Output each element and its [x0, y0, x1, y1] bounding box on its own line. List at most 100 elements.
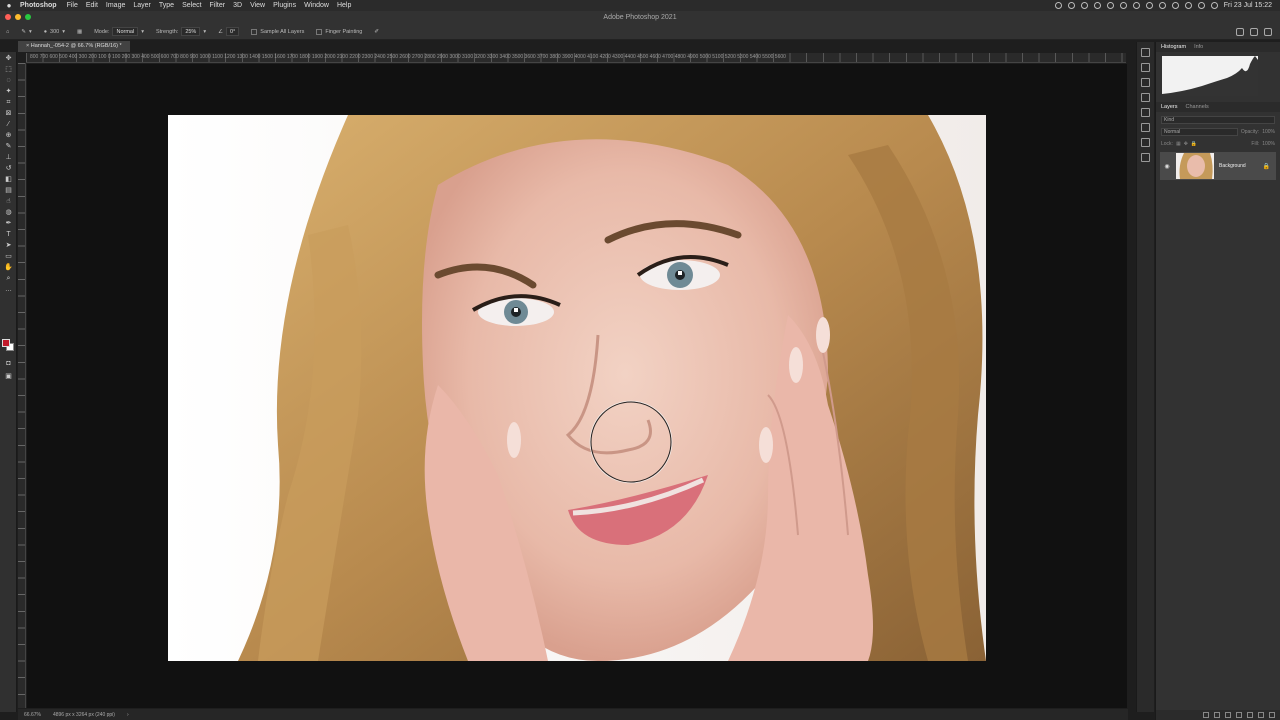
document-image[interactable] [168, 115, 986, 661]
properties-panel-icon[interactable] [1141, 93, 1150, 102]
apple-icon[interactable]: ● [0, 1, 18, 10]
close-window-icon[interactable] [5, 14, 11, 20]
zoom-tool-icon[interactable]: ⌕ [3, 274, 14, 283]
menu-3d[interactable]: 3D [233, 2, 250, 9]
dodge-tool-icon[interactable]: ◍ [3, 208, 14, 217]
lock-position-icon[interactable]: ✥ [1184, 141, 1188, 147]
shape-tool-icon[interactable]: ▭ [3, 252, 14, 261]
layer-row-background[interactable]: ◉ Background 🔒 [1160, 152, 1276, 180]
menu-file[interactable]: File [67, 2, 86, 9]
menu-app[interactable]: Photoshop [18, 2, 67, 9]
volume-icon[interactable] [1145, 2, 1153, 9]
actions-panel-icon[interactable] [1141, 63, 1150, 72]
bluetooth-icon[interactable] [1132, 2, 1140, 9]
fill-value[interactable]: 100% [1262, 141, 1275, 147]
blend-mode-select[interactable]: Normal [1161, 127, 1238, 136]
menu-type[interactable]: Type [159, 2, 182, 9]
check-icon[interactable] [1093, 2, 1101, 9]
brush-panel-icon[interactable] [1141, 108, 1150, 117]
menu-clock[interactable]: Fri 23 Jul 15:22 [1224, 2, 1272, 9]
tab-histogram[interactable]: Histogram [1161, 44, 1186, 50]
chevron-right-icon[interactable]: › [127, 712, 129, 718]
home-button[interactable]: ⌂ [0, 29, 15, 35]
zoom-window-icon[interactable] [25, 14, 31, 20]
horizontal-ruler[interactable]: 800 700 600 500 400 300 200 100 0 100 20… [26, 53, 1126, 63]
mode-select[interactable]: Normal [112, 27, 139, 36]
screen-mode-icon[interactable]: ▣ [3, 372, 14, 381]
workspace-icon[interactable] [1264, 27, 1272, 36]
clone-stamp-tool-icon[interactable]: ⊥ [3, 153, 14, 162]
vertical-ruler[interactable] [18, 63, 26, 708]
menu-help[interactable]: Help [337, 2, 359, 9]
foreground-color-swatch[interactable] [2, 339, 10, 347]
menu-window[interactable]: Window [304, 2, 337, 9]
new-group-icon[interactable] [1247, 712, 1253, 718]
type-tool-icon[interactable]: T [3, 230, 14, 239]
tab-channels[interactable]: Channels [1186, 104, 1209, 110]
brush-settings-button[interactable]: ▦ [71, 29, 88, 35]
sample-all-layers-toggle[interactable]: Sample All Layers [245, 28, 310, 35]
clock-icon[interactable] [1119, 2, 1127, 9]
menu-filter[interactable]: Filter [210, 2, 234, 9]
share-icon[interactable] [1236, 27, 1244, 36]
paragraph-panel-icon[interactable] [1141, 138, 1150, 147]
3d-panel-icon[interactable] [1141, 153, 1150, 162]
menu-plugins[interactable]: Plugins [273, 2, 304, 9]
siri-icon[interactable] [1210, 2, 1218, 9]
frame-tool-icon[interactable]: ⊠ [3, 109, 14, 118]
globe-icon[interactable] [1106, 2, 1114, 9]
sample-all-layers-checkbox[interactable] [251, 28, 258, 35]
adjustments-panel-icon[interactable] [1141, 78, 1150, 87]
tab-layers[interactable]: Layers [1161, 104, 1178, 110]
new-layer-icon[interactable] [1258, 712, 1264, 718]
opacity-value[interactable]: 100% [1262, 129, 1275, 135]
lasso-tool-icon[interactable]: ◌ [3, 76, 14, 85]
strength-input[interactable]: 25% [181, 27, 201, 36]
lock-all-icon[interactable]: 🔒 [1191, 141, 1197, 147]
pen-tool-icon[interactable]: ✒ [3, 219, 14, 228]
minimize-window-icon[interactable] [15, 14, 21, 20]
cloud-icon[interactable] [1067, 2, 1075, 9]
document-tab[interactable]: × Hannah_-054-2 @ 66.7% (RGB/16) * [18, 41, 130, 52]
record-icon[interactable] [1054, 2, 1062, 9]
eyedropper-tool-icon[interactable]: ⁄ [3, 120, 14, 129]
eraser-tool-icon[interactable]: ◧ [3, 175, 14, 184]
healing-tool-icon[interactable]: ⊕ [3, 131, 14, 140]
move-tool-icon[interactable]: ✥ [3, 54, 14, 63]
angle-input[interactable]: 0° [226, 27, 240, 36]
add-mask-icon[interactable] [1225, 712, 1231, 718]
control-center-icon[interactable] [1197, 2, 1205, 9]
battery-icon[interactable] [1158, 2, 1166, 9]
quick-select-tool-icon[interactable]: ✦ [3, 87, 14, 96]
character-panel-icon[interactable] [1141, 123, 1150, 132]
menu-edit[interactable]: Edit [86, 2, 106, 9]
search-icon[interactable] [1250, 27, 1258, 36]
menu-layer[interactable]: Layer [133, 2, 159, 9]
adjustment-layer-icon[interactable] [1236, 712, 1242, 718]
visibility-eye-icon[interactable]: ◉ [1163, 163, 1171, 170]
history-brush-tool-icon[interactable]: ↺ [3, 164, 14, 173]
crop-tool-icon[interactable]: ⌗ [3, 98, 14, 107]
path-select-tool-icon[interactable]: ➤ [3, 241, 14, 250]
tab-info[interactable]: Info [1194, 44, 1203, 50]
pressure-button[interactable]: ✐ [368, 29, 385, 35]
canvas-area[interactable] [27, 64, 1127, 708]
brush-picker[interactable]: ● 300 ▾ [38, 29, 71, 35]
history-panel-icon[interactable] [1141, 48, 1150, 57]
zoom-level[interactable]: 66.67% [24, 712, 41, 718]
lock-pixels-icon[interactable]: ▦ [1176, 141, 1181, 147]
marquee-tool-icon[interactable]: ⬚ [3, 65, 14, 74]
finger-painting-toggle[interactable]: Finger Painting [310, 28, 368, 35]
more-tools-icon[interactable]: … [3, 285, 14, 294]
layer-style-icon[interactable] [1214, 712, 1220, 718]
delete-layer-icon[interactable] [1269, 712, 1275, 718]
layer-lock-icon[interactable]: 🔒 [1263, 163, 1270, 170]
menu-view[interactable]: View [250, 2, 273, 9]
finger-painting-checkbox[interactable] [316, 28, 323, 35]
menu-select[interactable]: Select [182, 2, 209, 9]
tool-preset-picker[interactable]: ✎ ▾ [15, 29, 37, 35]
sync-icon[interactable] [1080, 2, 1088, 9]
hand-tool-icon[interactable]: ✋ [3, 263, 14, 272]
gradient-tool-icon[interactable]: ▤ [3, 186, 14, 195]
quick-mask-icon[interactable]: ◘ [3, 359, 14, 368]
